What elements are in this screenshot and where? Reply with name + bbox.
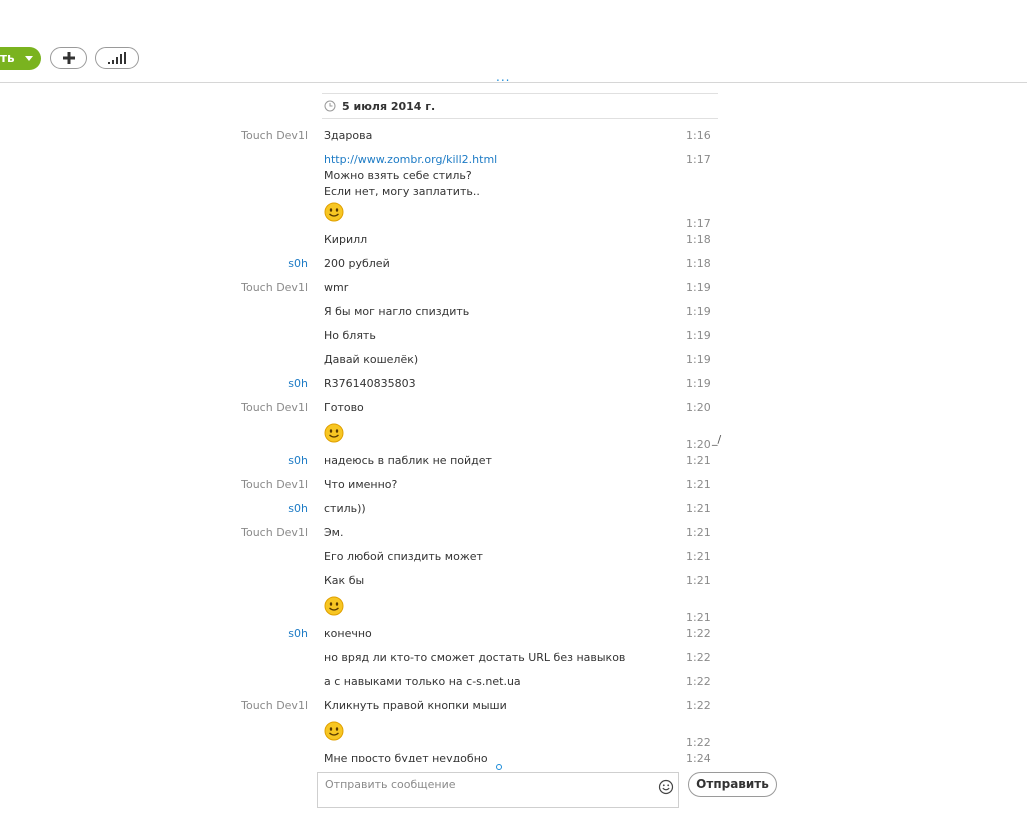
message-input-placeholder: Отправить сообщение xyxy=(325,778,456,791)
message-link[interactable]: http://www.zombr.org/kill2.html xyxy=(324,153,497,166)
message-text: Но блять xyxy=(324,329,376,342)
message-time: 1:21 xyxy=(686,550,711,563)
message-time: 1:22 xyxy=(686,675,711,688)
message-sender[interactable]: s0h xyxy=(188,626,308,641)
message-time: 1:17 xyxy=(686,217,711,230)
message-sender[interactable]: Touch Dev1l xyxy=(188,698,308,713)
date-separator: 5 июля 2014 г. xyxy=(322,93,718,119)
message-time: 1:21 xyxy=(686,526,711,539)
clock-icon xyxy=(324,100,336,112)
message-text: надеюсь в паблик не пойдет xyxy=(324,454,492,467)
send-button[interactable]: Отправить xyxy=(688,772,777,797)
message-text: Готово xyxy=(324,401,364,414)
message-time: 1:20 xyxy=(686,401,711,414)
message-sender[interactable]: Touch Dev1l xyxy=(188,477,308,492)
message-sender[interactable]: Touch Dev1l xyxy=(188,128,308,143)
message-text: Его любой спиздить может xyxy=(324,550,483,563)
message-sender[interactable]: s0h xyxy=(188,501,308,516)
message-sender[interactable]: s0h xyxy=(188,376,308,391)
message-text: Я бы мог нагло спиздить xyxy=(324,305,470,318)
message-text: конечно xyxy=(324,627,372,640)
message-sender[interactable]: Touch Dev1l xyxy=(188,280,308,295)
toolbar-divider xyxy=(0,82,1027,83)
message-time: 1:22 xyxy=(686,736,711,749)
message-text: Кликнуть правой кнопки мыши xyxy=(324,699,507,712)
message-line: Можно взять себе стиль? xyxy=(324,169,472,182)
message-text: http://www.zombr.org/kill2.html Можно взя… xyxy=(324,152,674,200)
message-time: 1:19 xyxy=(686,377,711,390)
message-time: 1:17 xyxy=(686,153,711,166)
chevron-down-icon[interactable] xyxy=(25,56,33,61)
message-sender[interactable]: s0h xyxy=(188,453,308,468)
message-time: 1:21 xyxy=(686,574,711,587)
message-time: 1:24 xyxy=(686,752,711,762)
message-text: а с навыками только на c-s.net.ua xyxy=(324,675,521,688)
smiley-emoticon-icon xyxy=(324,202,344,222)
message-time: 1:21 xyxy=(686,611,711,624)
message-time: 1:21 xyxy=(686,502,711,515)
message-text: 200 рублей xyxy=(324,257,390,270)
message-time: 1:22 xyxy=(686,651,711,664)
message-text: Давай кошелёк) xyxy=(324,353,419,366)
smiley-emoticon-icon xyxy=(324,423,344,443)
message-history[interactable]: Touch Dev1l Здарова 1:16 http://www.zombr.o… xyxy=(0,120,1027,762)
call-button[interactable]: ть xyxy=(0,47,41,70)
call-quality-button[interactable] xyxy=(95,47,139,69)
message-time: 1:18 xyxy=(686,233,711,246)
message-time: 1:19 xyxy=(686,305,711,318)
message-time: 1:22 xyxy=(686,627,711,640)
typing-indicator xyxy=(496,764,502,770)
message-time: 1:21 xyxy=(686,454,711,467)
message-text: Эм. xyxy=(324,526,344,539)
message-time: 1:16 xyxy=(686,129,711,142)
message-time: 1:19 xyxy=(686,353,711,366)
message-sender[interactable]: s0h xyxy=(188,256,308,271)
add-people-button[interactable] xyxy=(50,47,87,69)
conversation-toolbar: ть ... xyxy=(0,0,1027,83)
message-text: wmr xyxy=(324,281,349,294)
load-more-indicator[interactable]: ... xyxy=(496,71,510,83)
message-time: 1:22 xyxy=(686,699,711,712)
message-input[interactable]: Отправить сообщение xyxy=(317,772,679,808)
smiley-icon[interactable] xyxy=(658,779,674,795)
message-time: 1:19 xyxy=(686,281,711,294)
message-text: Мне просто будет неудобно xyxy=(324,752,488,762)
smiley-emoticon-icon xyxy=(324,596,344,616)
message-time: 1:19 xyxy=(686,329,711,342)
message-text: но вряд ли кто-то сможет достать URL без… xyxy=(324,651,626,664)
date-label: 5 июля 2014 г. xyxy=(342,99,436,113)
delivered-mark: _/ xyxy=(712,433,722,446)
message-text: Что именно? xyxy=(324,478,398,491)
plus-icon xyxy=(62,52,75,64)
message-line: Если нет, могу заплатить.. xyxy=(324,185,480,198)
signal-bars-icon xyxy=(108,52,126,64)
message-text: R376140835803 xyxy=(324,377,416,390)
message-time: 1:18 xyxy=(686,257,711,270)
message-text: Как бы xyxy=(324,574,365,587)
call-button-label: ть xyxy=(0,51,15,65)
message-text: стиль)) xyxy=(324,502,366,515)
message-text: Здарова xyxy=(324,129,373,142)
message-sender[interactable]: Touch Dev1l xyxy=(188,400,308,415)
message-time: 1:21 xyxy=(686,478,711,491)
message-text: Кирилл xyxy=(324,233,368,246)
smiley-emoticon-icon xyxy=(324,721,344,741)
message-sender[interactable]: Touch Dev1l xyxy=(188,525,308,540)
